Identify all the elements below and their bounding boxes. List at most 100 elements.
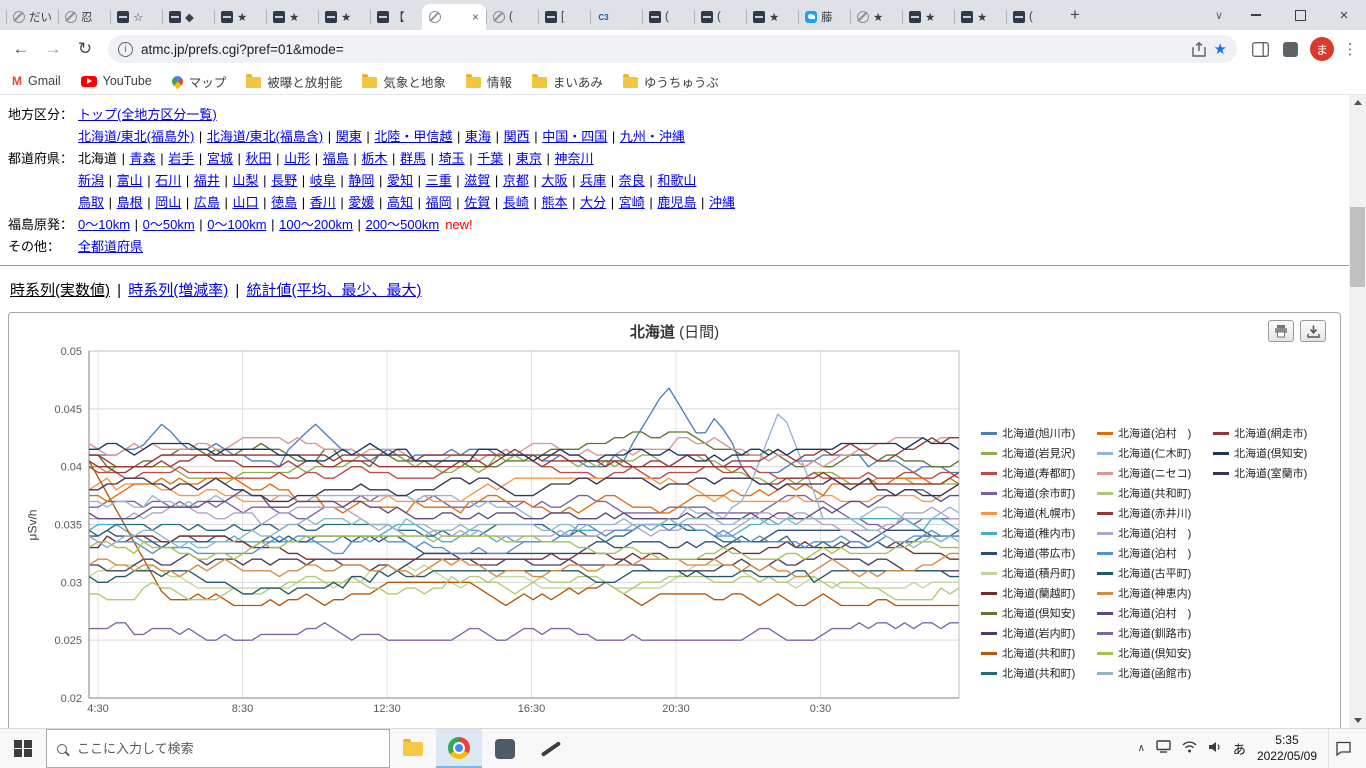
pref-link[interactable]: 栃木	[361, 151, 387, 166]
legend-item[interactable]: 北海道(函館市)	[1097, 663, 1211, 683]
profile-avatar[interactable]: ま	[1310, 37, 1334, 61]
display-icon[interactable]	[1156, 739, 1171, 758]
pref-link[interactable]: 埼玉	[439, 151, 465, 166]
pref-link[interactable]: 長野	[271, 173, 297, 188]
legend-item[interactable]: 北海道(古平町)	[1097, 563, 1211, 583]
pref-link[interactable]: 神奈川	[555, 151, 594, 166]
npp-link[interactable]: 0〜10km	[78, 217, 130, 232]
pref-link[interactable]: 岐阜	[310, 173, 336, 188]
browser-tab[interactable]: ★	[902, 4, 954, 30]
browser-tab-active[interactable]: ×	[422, 4, 486, 30]
window-minimize-button[interactable]	[1234, 0, 1278, 30]
pref-link[interactable]: 滋賀	[464, 173, 490, 188]
legend-item[interactable]: 北海道(旭川市)	[981, 423, 1095, 443]
legend-item[interactable]: 北海道(共和町)	[981, 663, 1095, 683]
browser-tab[interactable]: ★	[318, 4, 370, 30]
pref-link[interactable]: 富山	[117, 173, 143, 188]
pref-link[interactable]: 大分	[580, 195, 606, 210]
taskbar-pen-app[interactable]	[528, 729, 574, 768]
pref-link[interactable]: 熊本	[542, 195, 568, 210]
pref-link[interactable]: 奈良	[619, 173, 645, 188]
vertical-scrollbar[interactable]	[1349, 95, 1366, 728]
legend-item[interactable]: 北海道(神恵内)	[1097, 583, 1211, 603]
pref-link[interactable]: 香川	[310, 195, 336, 210]
browser-tab[interactable]: ★	[214, 4, 266, 30]
pref-link[interactable]: 京都	[503, 173, 529, 188]
browser-tab[interactable]: ★	[746, 4, 798, 30]
pref-link[interactable]: 岡山	[155, 195, 181, 210]
menu-kebab-icon[interactable]: ⋮	[1340, 40, 1360, 58]
bookmark-star-icon[interactable]: ★	[1214, 40, 1227, 58]
pref-link[interactable]: 島根	[117, 195, 143, 210]
view-tab-link[interactable]: 時系列(増減率)	[128, 282, 228, 299]
browser-tab[interactable]: ☆	[110, 4, 162, 30]
legend-item[interactable]: 北海道(ニセコ)	[1097, 463, 1211, 483]
download-button[interactable]	[1300, 320, 1326, 342]
new-tab-button[interactable]: +	[1062, 2, 1088, 28]
browser-tab[interactable]: (	[694, 4, 746, 30]
legend-item[interactable]: 北海道(稚内市)	[981, 523, 1095, 543]
pref-link[interactable]: 青森	[130, 151, 156, 166]
pref-link[interactable]: 静岡	[348, 173, 374, 188]
taskbar-app[interactable]	[482, 729, 528, 768]
browser-tab[interactable]: だい	[6, 4, 58, 30]
pref-link[interactable]: 鳥取	[78, 195, 104, 210]
region-link[interactable]: 関西	[504, 129, 530, 144]
window-close-button[interactable]: ×	[1322, 0, 1366, 30]
legend-item[interactable]: 北海道(寿都町)	[981, 463, 1095, 483]
legend-item[interactable]: 北海道(網走市)	[1213, 423, 1327, 443]
address-bar[interactable]: i atmc.jp/prefs.cgi?pref=01&mode= ★	[108, 35, 1237, 63]
npp-link[interactable]: 0〜50km	[143, 217, 195, 232]
bookmark-folder[interactable]: 気象と地象	[362, 72, 446, 91]
bookmark-item[interactable]: マップ	[169, 72, 226, 91]
bookmark-item[interactable]: YouTube	[80, 74, 152, 88]
pref-link[interactable]: 愛媛	[348, 195, 374, 210]
pref-link[interactable]: 宮崎	[619, 195, 645, 210]
bookmark-folder[interactable]: ゆうちゅうぶ	[622, 72, 719, 91]
print-button[interactable]	[1268, 320, 1294, 342]
ime-indicator[interactable]: あ	[1233, 739, 1246, 758]
browser-tab[interactable]: ★	[954, 4, 1006, 30]
taskbar-search[interactable]	[46, 729, 390, 768]
pref-link[interactable]: 群馬	[400, 151, 426, 166]
site-info-icon[interactable]: i	[118, 41, 133, 57]
region-link[interactable]: 東海	[465, 129, 491, 144]
pref-link[interactable]: 高知	[387, 195, 413, 210]
region-link[interactable]: 北海道/東北(福島含)	[207, 129, 323, 144]
browser-tab[interactable]: C3	[590, 4, 642, 30]
browser-tab[interactable]: 【	[370, 4, 422, 30]
tab-close-icon[interactable]: ×	[472, 10, 479, 24]
legend-item[interactable]: 北海道(岩内町)	[981, 623, 1095, 643]
view-tab-link[interactable]: 統計値(平均、最少、最大)	[246, 282, 421, 299]
legend-item[interactable]: 北海道(泊村 )	[1097, 423, 1211, 443]
bookmark-folder[interactable]: まいあみ	[531, 72, 603, 91]
pref-link[interactable]: 大阪	[542, 173, 568, 188]
taskbar-clock[interactable]: 5:35 2022/05/09	[1257, 733, 1317, 764]
legend-item[interactable]: 北海道(札幌市)	[981, 503, 1095, 523]
taskbar-search-input[interactable]	[75, 740, 379, 757]
region-link[interactable]: 北陸・甲信越	[374, 129, 452, 144]
volume-icon[interactable]	[1208, 740, 1222, 758]
legend-item[interactable]: 北海道(泊村 )	[1097, 603, 1211, 623]
side-panel-icon[interactable]	[1245, 41, 1275, 57]
pref-link[interactable]: 長崎	[503, 195, 529, 210]
pref-link[interactable]: 東京	[516, 151, 542, 166]
legend-item[interactable]: 北海道(帯広市)	[981, 543, 1095, 563]
region-link[interactable]: 北海道/東北(福島外)	[78, 129, 194, 144]
region-link[interactable]: 九州・沖縄	[620, 129, 685, 144]
pref-link[interactable]: 岩手	[168, 151, 194, 166]
pref-link[interactable]: 三重	[426, 173, 452, 188]
taskbar-chrome[interactable]	[436, 729, 482, 768]
network-icon[interactable]	[1182, 740, 1197, 758]
pref-link[interactable]: 鹿児島	[657, 195, 696, 210]
tab-search-chevron-icon[interactable]: ∨	[1204, 0, 1234, 30]
pref-link[interactable]: 秋田	[246, 151, 272, 166]
legend-item[interactable]: 北海道(蘭越町)	[981, 583, 1095, 603]
browser-tab[interactable]: 藤	[798, 4, 850, 30]
browser-tab[interactable]: (	[486, 4, 538, 30]
legend-item[interactable]: 北海道(共和町)	[1097, 483, 1211, 503]
npp-link[interactable]: 100〜200km	[279, 217, 353, 232]
pref-link[interactable]: 福島	[323, 151, 349, 166]
taskbar-file-explorer[interactable]	[390, 729, 436, 768]
browser-tab[interactable]: [	[538, 4, 590, 30]
